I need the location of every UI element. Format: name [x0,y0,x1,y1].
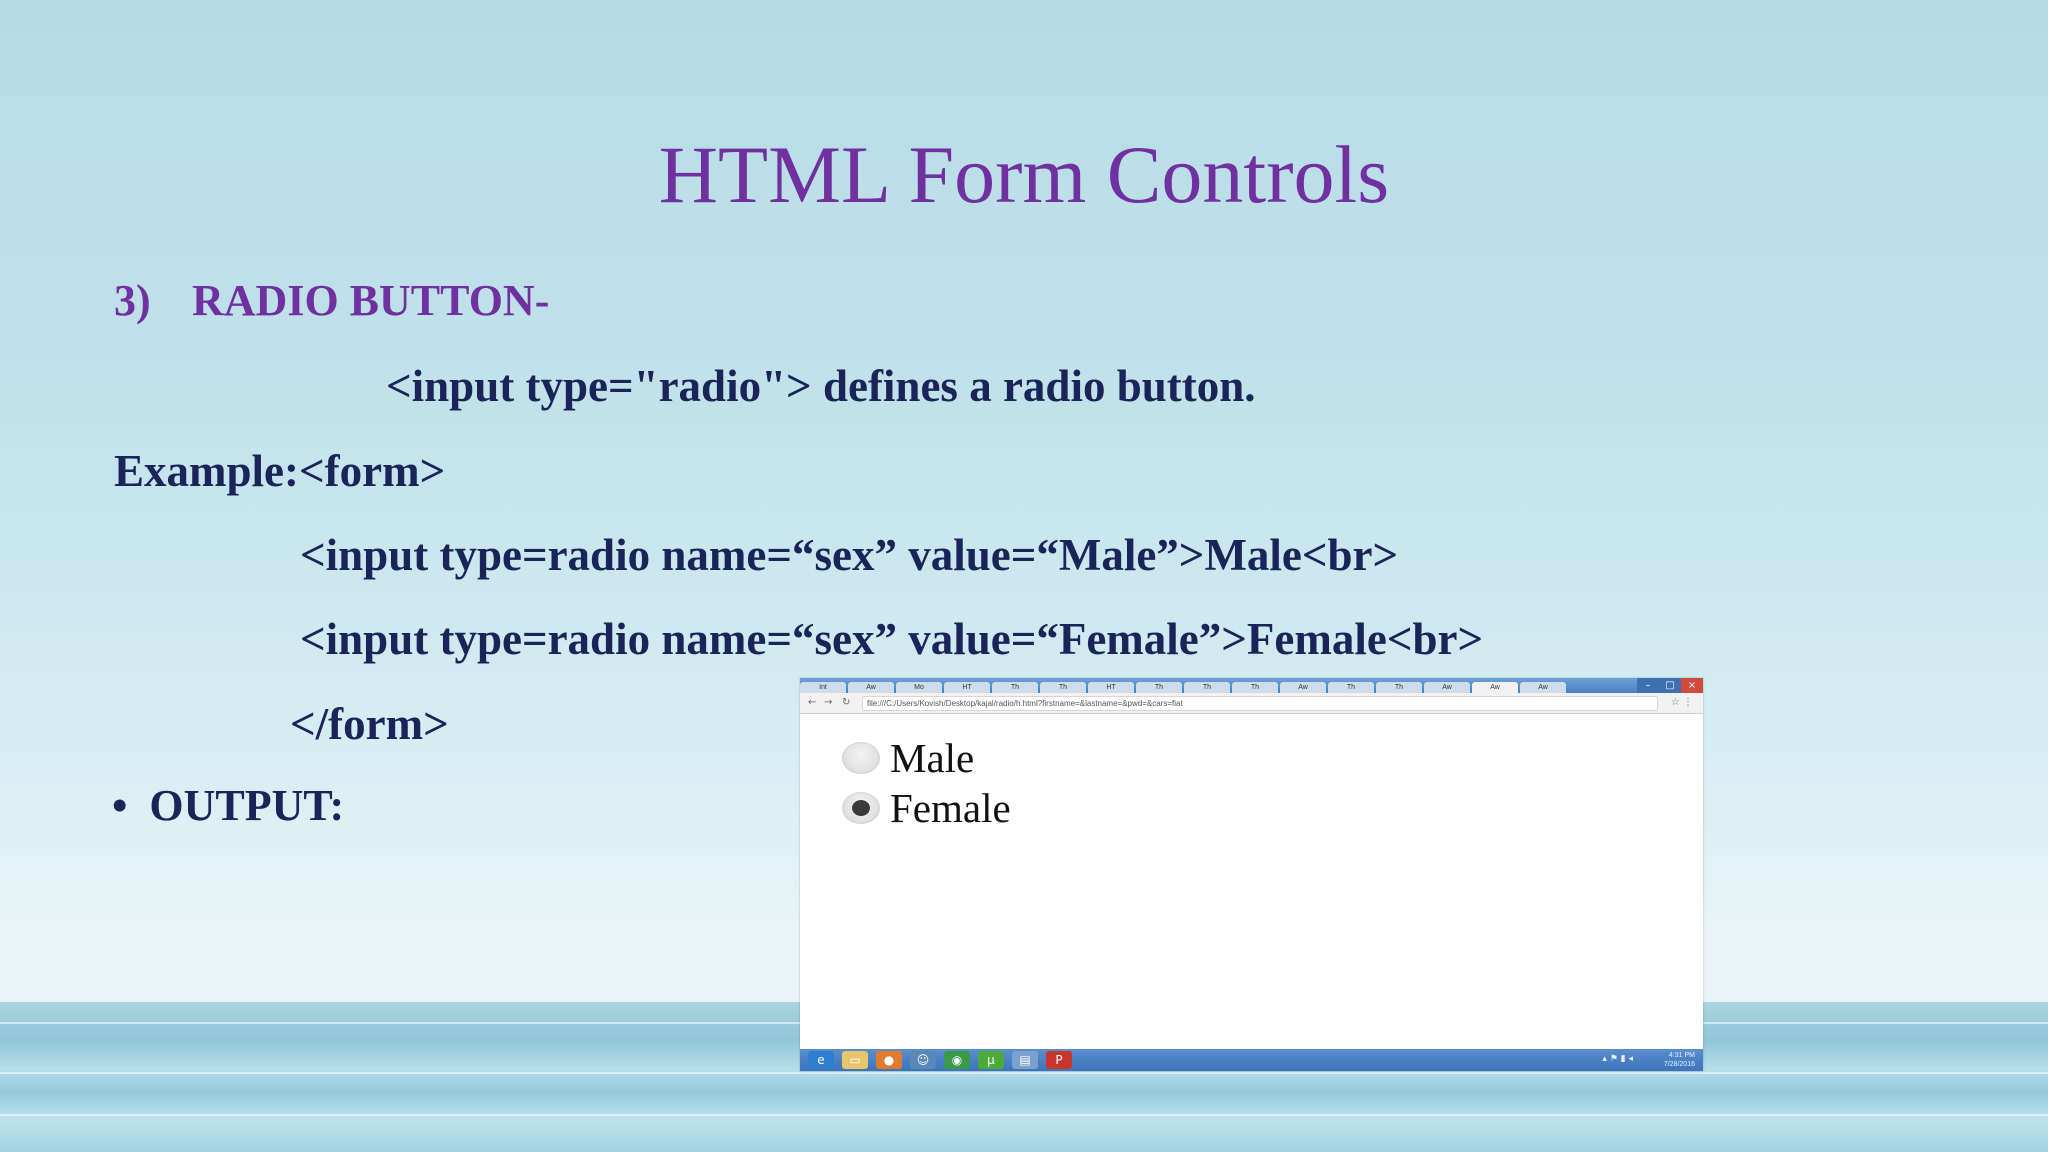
wave-line [0,1114,2048,1116]
browser-screenshot: Int Aw Mo HT Th Th HT Th Th Th Aw Th Th Aw Aw Aw – □ × … [800,678,1703,1071]
address-bar: ← → ↻ file:///C:/Users/Kovish/Desktop/ka… [800,693,1703,714]
powerpoint-icon[interactable]: P [1046,1051,1072,1069]
browser-tab[interactable]: Th [1184,682,1230,693]
window-controls: – □ × [1637,678,1703,693]
output-bullet: • OUTPUT: [112,780,344,831]
chrome-icon[interactable]: ◉ [944,1051,970,1069]
browser-tab-bar: Int Aw Mo HT Th Th HT Th Th Th Aw Th Th Aw Aw Aw [800,678,1703,693]
browser-tab[interactable]: Th [1136,682,1182,693]
browser-tab[interactable]: Th [1040,682,1086,693]
notepad-icon[interactable]: ▤ [1012,1051,1038,1069]
back-arrow-icon[interactable]: ← [808,697,816,708]
browser-tab[interactable]: Aw [1280,682,1326,693]
wave-line [0,1072,2048,1074]
internet-explorer-icon[interactable]: e [808,1051,834,1069]
output-label: OUTPUT: [149,781,345,830]
people-icon[interactable]: ☺ [910,1051,936,1069]
radio-button-male[interactable] [842,742,880,774]
browser-tab[interactable]: Th [992,682,1038,693]
forward-arrow-icon[interactable]: → [824,697,832,708]
system-tray-icons[interactable]: ▴ ⚑ ▮ ◂ [1602,1054,1633,1064]
code-line-female: <input type=radio name=“sex” value=“Fema… [300,614,1484,664]
radio-option-male[interactable]: Male [842,734,974,782]
definition-text: <input type="radio"> defines a radio but… [386,361,1256,411]
maximize-icon[interactable]: □ [1659,678,1681,693]
browser-tab[interactable]: Aw [848,682,894,693]
code-line-male: <input type=radio name=“sex” value=“Male… [300,530,1399,580]
minimize-icon[interactable]: – [1637,678,1659,693]
example-line: Example:<form> [114,446,446,496]
browser-tab[interactable]: Int [800,682,846,693]
browser-tab[interactable]: Aw [1424,682,1470,693]
radio-option-female[interactable]: Female [842,784,1011,832]
url-field[interactable]: file:///C:/Users/Kovish/Desktop/kajal/ra… [862,696,1658,711]
radio-label-female: Female [890,785,1011,831]
firefox-icon[interactable]: ● [876,1051,902,1069]
slide-title: HTML Form Controls [658,129,1390,220]
browser-tab[interactable]: HT [1088,682,1134,693]
browser-tab[interactable]: Th [1328,682,1374,693]
tray-clock[interactable]: 4:31 PM 7/28/2016 [1664,1051,1695,1069]
reload-icon[interactable]: ↻ [842,697,850,708]
close-icon[interactable]: × [1681,678,1703,693]
section-heading: RADIO BUTTON- [192,276,550,325]
browser-tab[interactable]: Th [1376,682,1422,693]
utorrent-icon[interactable]: µ [978,1051,1004,1069]
tray-time: 4:31 PM [1668,1052,1695,1059]
bullet-symbol: • [112,781,128,830]
radio-button-female[interactable] [842,792,880,824]
browser-tab[interactable]: Aw [1472,682,1518,693]
file-explorer-icon[interactable]: ▭ [842,1051,868,1069]
tray-date: 7/28/2016 [1663,1061,1695,1068]
browser-tab[interactable]: Aw [1520,682,1566,693]
radio-label-male: Male [890,735,975,781]
browser-tab[interactable]: Th [1232,682,1278,693]
code-form-close: </form> [290,699,449,749]
windows-taskbar: e ▭ ● ☺ ◉ µ ▤ P ▴ ⚑ ▮ ◂ 4:31 PM 7/28/201… [800,1049,1703,1071]
browser-tab[interactable]: HT [944,682,990,693]
bookmark-star-icon[interactable]: ☆ ⋮ [1671,697,1693,708]
heading-number: 3) [114,276,151,325]
browser-tab[interactable]: Mo [896,682,942,693]
